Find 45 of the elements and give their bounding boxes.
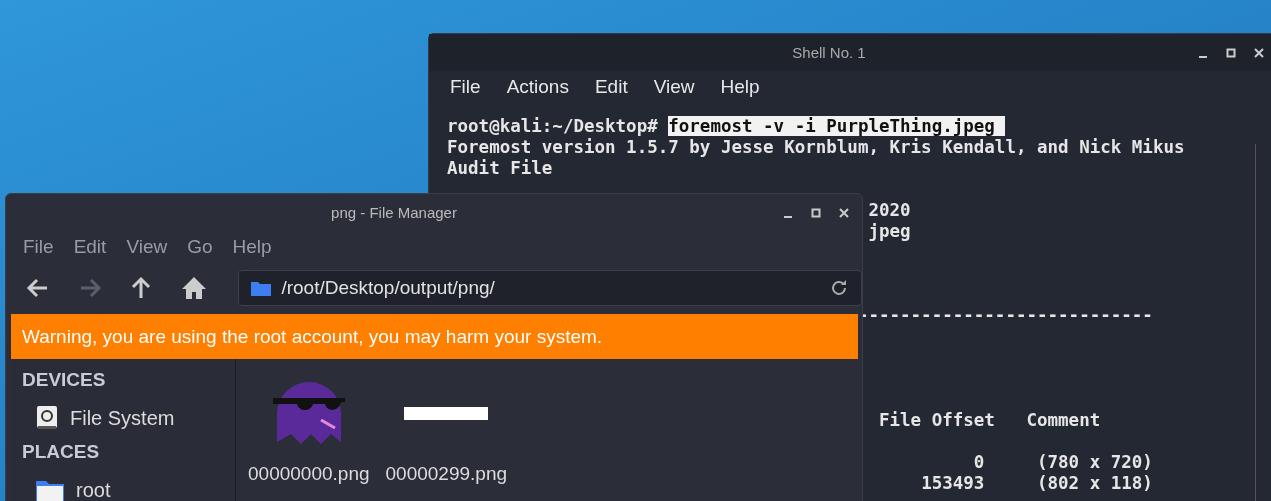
folder-icon [36, 479, 64, 501]
separator-line: ---------------------------- [857, 305, 1153, 325]
menu-item[interactable]: Go [187, 236, 213, 266]
folder-icon [251, 280, 272, 296]
output-line: Audit File [447, 158, 553, 178]
menu-item[interactable]: Edit [594, 76, 628, 110]
minimize-icon [784, 216, 792, 218]
output-line: 2020 [868, 200, 911, 220]
menu-item[interactable]: Help [720, 76, 760, 110]
menu-item[interactable]: Edit [73, 236, 107, 266]
sidebar-heading: PLACES [22, 441, 100, 464]
shell-prompt: root@kali:~/Desktop# [447, 116, 658, 136]
menu-item[interactable]: File [450, 76, 481, 110]
warning-text: Warning, you are using the root account, you may harm your system. [22, 325, 603, 348]
table-cell: 0 [973, 452, 985, 473]
sidebar-heading: DEVICES [22, 369, 106, 392]
window-title: png - File Manager [331, 203, 457, 221]
reload-icon[interactable] [829, 278, 849, 298]
menu-item[interactable]: Actions [506, 76, 569, 110]
menu-item[interactable]: View [653, 76, 695, 110]
table-cell: (780 x 720) [1037, 452, 1153, 473]
close-button[interactable] [1253, 46, 1265, 60]
close-button[interactable] [838, 206, 850, 220]
menu-item[interactable]: File [23, 236, 54, 266]
sidebar-item[interactable]: root [22, 467, 111, 501]
output-line: Foremost version 1.5.7 by Jesse Kornblum, Kris Kendall, and Nick Mikus [447, 137, 1185, 157]
table-cell: (802 x 118) [1037, 473, 1153, 494]
output-line: jpeg [868, 221, 911, 241]
menu-item[interactable]: View [126, 236, 168, 266]
sidebar-item[interactable]: File System [22, 395, 175, 441]
column-header: File Offset [878, 410, 995, 431]
maximize-button[interactable] [1225, 46, 1237, 60]
window-title: Shell No. 1 [792, 44, 866, 61]
home-icon [180, 276, 207, 300]
left-arrow-icon [26, 276, 50, 300]
file-name[interactable]: 00000000.png [248, 463, 370, 485]
column-header: Comment [1026, 410, 1101, 431]
minimize-icon [1199, 56, 1207, 58]
drive-icon [36, 405, 58, 431]
command-text: foremost -v -i PurpleThing.jpeg [668, 116, 1006, 136]
table-cell: 153493 [921, 473, 985, 494]
menu-item[interactable]: Help [232, 236, 272, 266]
maximize-button[interactable] [810, 206, 822, 220]
file-name[interactable]: 00000299.png [385, 463, 508, 485]
location-field[interactable]: /root/Desktop/output/png/ [238, 270, 862, 306]
